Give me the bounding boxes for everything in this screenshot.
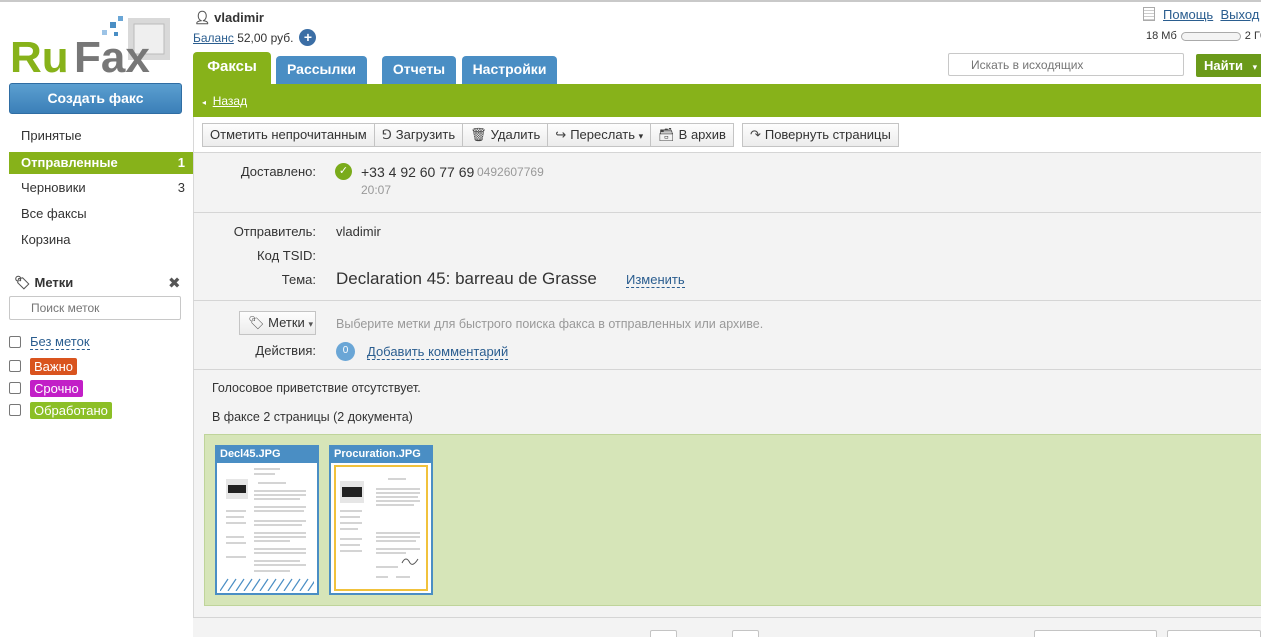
folder-all[interactable]: Все факсы: [9, 202, 193, 228]
folder-drafts-count: 3: [177, 180, 185, 195]
tag-checkbox[interactable]: [9, 360, 21, 372]
help-link[interactable]: Помощь: [1163, 7, 1213, 22]
voice-greeting-status: Голосовое приветствие отсутствует.: [212, 381, 421, 395]
pdf-icon: ⅁: [381, 127, 392, 142]
find-button[interactable]: Найти ▾: [1196, 54, 1261, 77]
folder-list: Принятые Отправленные 1 Черновики 3 Все фа…: [9, 124, 193, 254]
chevron-down-icon: ▾: [308, 319, 313, 329]
tag-checkbox[interactable]: [9, 336, 21, 348]
tsid-label: Код TSID:: [257, 248, 316, 263]
sender-value: vladimir: [336, 224, 381, 239]
pager-next-button[interactable]: [732, 630, 759, 637]
delivered-label: Доставлено:: [240, 164, 316, 179]
add-funds-icon[interactable]: +: [299, 29, 317, 46]
search-input[interactable]: [948, 53, 1184, 76]
pages-info: В факсе 2 страницы (2 документа): [212, 410, 413, 424]
back-link[interactable]: Назад: [213, 94, 247, 108]
balance-value: 52,00 руб.: [237, 30, 294, 45]
rotate-pages-button[interactable]: ↷ Повернуть страницы: [741, 123, 899, 147]
username[interactable]: 👤︎ vladimir: [194, 10, 264, 26]
tag-icon: 🏷︎: [248, 315, 265, 330]
delete-button[interactable]: 🗑︎ Удалить: [462, 123, 549, 147]
tag-checkbox[interactable]: [9, 404, 21, 416]
tab-settings[interactable]: Настройки: [462, 56, 557, 84]
tag-row-processed[interactable]: Обработано: [9, 401, 112, 419]
user-icon: 👤︎: [194, 10, 211, 25]
document-thumbnail[interactable]: Decl45.JPG: [215, 445, 319, 595]
tag-urgent[interactable]: Срочно: [30, 379, 83, 397]
logo-ru: Ru: [10, 33, 69, 78]
mark-unread-button[interactable]: Отметить непрочитанным: [202, 123, 375, 147]
tags-section: [194, 301, 1261, 369]
tag-row-none[interactable]: Без меток: [9, 333, 90, 351]
forward-button[interactable]: ↪ Переслать ▾: [547, 123, 652, 147]
folder-inbox[interactable]: Принятые: [9, 124, 193, 150]
chevron-down-icon[interactable]: ▾: [1253, 62, 1258, 72]
balance-link[interactable]: Баланс: [193, 31, 234, 45]
actions-label: Действия:: [255, 343, 316, 358]
recipient-phone-raw: 0492607769: [477, 165, 544, 179]
trash-icon: 🗑︎: [470, 127, 487, 142]
archive-button[interactable]: 🗃︎ В архив: [650, 123, 734, 147]
page-preview: [334, 465, 428, 591]
delivery-section: [194, 153, 1261, 212]
subject-value: Declaration 45: barreau de Grasse: [336, 269, 597, 288]
tag-none-link[interactable]: Без меток: [30, 334, 90, 350]
help-area: Помощь Выход: [1143, 7, 1259, 22]
tab-reports[interactable]: Отчеты: [382, 56, 456, 84]
download-button[interactable]: ⅁ Загрузить: [373, 123, 464, 147]
rotate-icon: ↷: [749, 127, 761, 142]
comment-count-badge: 0: [336, 342, 355, 361]
top-border: [0, 0, 1261, 2]
footer-button[interactable]: [1167, 630, 1261, 637]
recipient-phone: +33 4 92 60 77 69: [361, 164, 475, 180]
subject-label: Тема:: [281, 272, 316, 287]
delivery-time: 20:07: [361, 183, 392, 197]
page-preview: [219, 465, 317, 592]
storage-bar: [1180, 31, 1241, 41]
toolbar: Отметить непрочитанным ⅁ Загрузить 🗑︎ Удал…: [202, 123, 899, 147]
tags-button[interactable]: 🏷︎ Метки ▾: [239, 311, 316, 335]
logo-fax: Fax: [74, 33, 150, 78]
tab-mailings[interactable]: Рассылки: [276, 56, 367, 84]
back-nav: ◂ Назад: [202, 94, 247, 108]
tab-faxes[interactable]: Факсы: [193, 52, 271, 84]
folder-drafts[interactable]: Черновики 3: [9, 176, 193, 202]
tag-search-input[interactable]: [9, 296, 181, 320]
tools-icon[interactable]: ✖: [168, 274, 181, 292]
tag-checkbox[interactable]: [9, 382, 21, 394]
check-icon: ✓: [335, 163, 352, 180]
rufax-logo[interactable]: Ru Fax: [10, 14, 180, 82]
logout-link[interactable]: Выход: [1220, 7, 1259, 22]
action-bar: [193, 84, 1261, 117]
document-name: Decl45.JPG: [217, 447, 317, 463]
folder-sent-count: 1: [177, 155, 185, 170]
document-thumbnail-selected[interactable]: Procuration.JPG: [329, 445, 433, 595]
create-fax-button[interactable]: Создать факс: [9, 83, 182, 114]
document-name: Procuration.JPG: [331, 447, 431, 463]
storage-meter: 18 Мб2 Гб: [1146, 30, 1261, 42]
tag-row-urgent[interactable]: Срочно: [9, 379, 83, 397]
edit-subject-link[interactable]: Изменить: [626, 272, 685, 288]
tag-row-important[interactable]: Важно: [9, 357, 78, 375]
balance: Баланс 52,00 руб. +: [193, 29, 317, 46]
archive-icon: 🗃︎: [658, 127, 675, 142]
forward-icon: ↪: [555, 127, 567, 142]
tag-processed[interactable]: Обработано: [30, 401, 112, 419]
folder-trash[interactable]: Корзина: [9, 228, 193, 254]
pager-prev-button[interactable]: [650, 630, 677, 637]
tag-important[interactable]: Важно: [30, 357, 78, 375]
chevron-left-icon: ◂: [202, 98, 207, 107]
footer-button[interactable]: [1034, 630, 1157, 637]
add-comment-link[interactable]: Добавить комментарий: [367, 344, 509, 360]
help-doc-icon: [1143, 7, 1155, 21]
folder-sent[interactable]: Отправленные 1: [9, 152, 193, 174]
chevron-down-icon: ▾: [638, 131, 644, 141]
tags-hint: Выберите метки для быстрого поиска факса…: [336, 317, 764, 331]
tag-icon: 🏷︎: [14, 275, 31, 290]
sender-label: Отправитель:: [233, 224, 316, 239]
tags-heading: 🏷︎ Метки: [14, 275, 74, 290]
